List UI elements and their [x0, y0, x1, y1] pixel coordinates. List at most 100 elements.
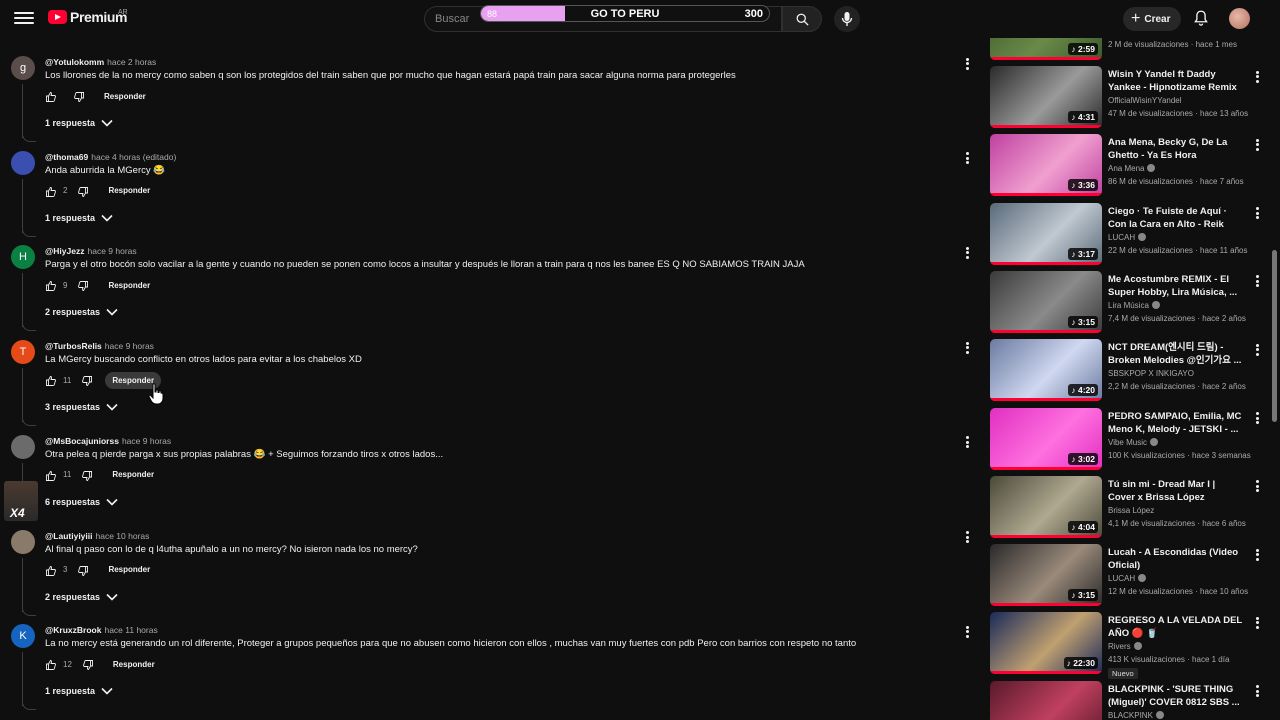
- comment-more-options-icon[interactable]: [962, 56, 972, 70]
- video-thumbnail[interactable]: ♪ 3:02: [990, 407, 1102, 470]
- video-title[interactable]: BLACKPINK - 'SURE THING (Miguel)' COVER …: [1108, 683, 1244, 709]
- thumbs-down-icon[interactable]: [77, 185, 89, 197]
- video-more-options-icon[interactable]: [1252, 69, 1262, 83]
- thumbs-up-icon[interactable]: [45, 90, 57, 102]
- related-video-item[interactable]: ♪ 4:04 Tú sin mi - Dread Mar I | Cover x…: [990, 475, 1268, 538]
- comment-timestamp[interactable]: hace 10 horas: [96, 531, 150, 541]
- related-video-item[interactable]: ♪ 3:15 Me Acostumbre REMIX - El Super Ho…: [990, 270, 1268, 333]
- comment-author[interactable]: @thoma69: [45, 152, 88, 162]
- video-channel[interactable]: OfficialWisinYYandel: [1108, 96, 1182, 105]
- comment-timestamp[interactable]: hace 2 horas: [107, 57, 156, 67]
- comment-more-options-icon[interactable]: [962, 340, 972, 354]
- related-video-item[interactable]: ♪ 3:36 Ana Mena, Becky G, De La Ghetto -…: [990, 134, 1268, 197]
- video-more-options-icon[interactable]: [1252, 479, 1262, 493]
- video-channel[interactable]: Vibe Music: [1108, 437, 1158, 447]
- create-button[interactable]: + Crear: [1123, 7, 1181, 31]
- reply-button[interactable]: Responder: [101, 277, 157, 294]
- voice-search-button[interactable]: [834, 6, 860, 32]
- reply-button[interactable]: Responder: [97, 88, 153, 105]
- search-button[interactable]: [782, 6, 822, 32]
- video-channel[interactable]: Rivers: [1108, 642, 1142, 651]
- comment-author[interactable]: @MsBocajuniorss: [45, 436, 119, 446]
- video-more-options-icon[interactable]: [1252, 206, 1262, 220]
- commenter-avatar[interactable]: T: [11, 340, 35, 365]
- video-channel[interactable]: BLACKPINK: [1108, 710, 1164, 720]
- commenter-avatar[interactable]: [11, 529, 35, 554]
- related-video-item[interactable]: ♪ 22:30 REGRESO A LA VELADA DEL AÑO 🔴 🥤 R…: [990, 612, 1268, 680]
- related-video-item[interactable]: ♪ 3:17 Ciego · Te Fuiste de Aquí · Con l…: [990, 202, 1268, 265]
- youtube-premium-logo[interactable]: Premium: [48, 9, 128, 25]
- page-scrollbar[interactable]: [1272, 250, 1277, 422]
- comment-more-options-icon[interactable]: [962, 151, 972, 165]
- view-replies-toggle[interactable]: 1 respuesta: [45, 682, 113, 700]
- hamburger-menu-icon[interactable]: [14, 9, 34, 29]
- video-more-options-icon[interactable]: [1252, 342, 1262, 356]
- video-more-options-icon[interactable]: [1252, 411, 1262, 425]
- comment-author[interactable]: @HiyJezz: [45, 246, 84, 256]
- related-video-item[interactable]: ♪ 3:15 Lucah - A Escondidas (Video Ofici…: [990, 544, 1268, 607]
- comment-timestamp[interactable]: hace 9 horas: [105, 341, 154, 351]
- video-more-options-icon[interactable]: [1252, 274, 1262, 288]
- thumbs-down-icon[interactable]: [82, 658, 94, 671]
- reply-button[interactable]: Responder: [106, 656, 162, 673]
- video-title[interactable]: Tú sin mi - Dread Mar I | Cover x Brissa…: [1108, 478, 1244, 504]
- related-video-item[interactable]: BLACKPINK - 'SURE THING (Miguel)' COVER …: [990, 680, 1268, 720]
- video-title[interactable]: REGRESO A LA VELADA DEL AÑO 🔴 🥤: [1108, 614, 1244, 640]
- thumbs-down-icon[interactable]: [73, 90, 85, 102]
- thumbs-up-icon[interactable]: [45, 564, 57, 576]
- video-thumbnail[interactable]: [990, 680, 1102, 720]
- video-thumbnail[interactable]: ♪ 4:04: [990, 475, 1102, 538]
- comment-author[interactable]: @Yotulokomm: [45, 57, 104, 67]
- view-replies-toggle[interactable]: 1 respuesta: [45, 114, 113, 132]
- video-title[interactable]: PEDRO SAMPAIO, Emilia, MC Meno K, Melody…: [1108, 410, 1244, 436]
- comment-timestamp[interactable]: hace 9 horas: [122, 436, 171, 446]
- related-video-item[interactable]: ♪ 3:02 PEDRO SAMPAIO, Emilia, MC Meno K,…: [990, 407, 1268, 470]
- video-channel[interactable]: Ana Mena: [1108, 164, 1156, 173]
- commenter-avatar[interactable]: K: [11, 624, 35, 649]
- video-thumbnail[interactable]: ♪ 3:15: [990, 544, 1102, 607]
- view-replies-toggle[interactable]: 3 respuestas: [45, 398, 118, 416]
- comment-more-options-icon[interactable]: [962, 435, 972, 449]
- video-more-options-icon[interactable]: [1252, 615, 1262, 629]
- view-replies-toggle[interactable]: 6 respuestas: [45, 493, 118, 511]
- related-video-item[interactable]: ♪ 4:20 NCT DREAM(엔시티 드림) - Broken Melodi…: [990, 339, 1268, 402]
- video-channel[interactable]: Lira Música: [1108, 300, 1160, 310]
- video-thumbnail[interactable]: ♪ 4:31: [990, 66, 1102, 128]
- thumbs-up-icon[interactable]: [45, 185, 57, 197]
- comment-more-options-icon[interactable]: [962, 530, 972, 544]
- thumbs-down-icon[interactable]: [77, 564, 89, 576]
- comment-more-options-icon[interactable]: [962, 624, 972, 638]
- commenter-avatar[interactable]: H: [11, 245, 35, 270]
- video-title[interactable]: Wisin Y Yandel ft Daddy Yankee - Hipnoti…: [1108, 68, 1244, 94]
- reply-button[interactable]: Responder: [101, 561, 157, 578]
- video-thumbnail[interactable]: ♪ 3:15: [990, 270, 1102, 333]
- view-replies-toggle[interactable]: 1 respuesta: [45, 209, 113, 227]
- video-title[interactable]: Ciego · Te Fuiste de Aquí · Con la Cara …: [1108, 205, 1244, 231]
- video-title[interactable]: Lucah - A Escondidas (Video Oficial): [1108, 546, 1244, 572]
- thumbs-up-icon[interactable]: [45, 469, 57, 481]
- video-thumbnail[interactable]: ♪ 4:20: [990, 339, 1102, 402]
- video-title[interactable]: Me Acostumbre REMIX - El Super Hobby, Li…: [1108, 273, 1244, 299]
- video-more-options-icon[interactable]: [1252, 137, 1262, 151]
- thumbs-down-icon[interactable]: [81, 374, 93, 387]
- view-replies-toggle[interactable]: 2 respuestas: [45, 303, 118, 321]
- reply-button[interactable]: Responder: [101, 182, 157, 199]
- thumbs-up-icon[interactable]: [45, 658, 57, 671]
- video-channel[interactable]: Brissa López: [1108, 506, 1154, 515]
- thumbs-down-icon[interactable]: [77, 279, 89, 292]
- comment-author[interactable]: @TurbosRelis: [45, 341, 102, 351]
- video-title[interactable]: Ana Mena, Becky G, De La Ghetto - Ya Es …: [1108, 136, 1244, 162]
- video-thumbnail[interactable]: ♪ 3:36: [990, 134, 1102, 197]
- video-more-options-icon[interactable]: [1252, 547, 1262, 561]
- video-title[interactable]: NCT DREAM(엔시티 드림) - Broken Melodies @인기가…: [1108, 341, 1244, 367]
- view-replies-toggle[interactable]: 2 respuestas: [45, 588, 118, 606]
- video-channel[interactable]: LUCAH: [1108, 232, 1147, 242]
- comment-timestamp[interactable]: hace 11 horas: [104, 625, 157, 635]
- comment-timestamp[interactable]: hace 4 horas (editado): [91, 152, 176, 162]
- comment-more-options-icon[interactable]: [962, 245, 972, 259]
- commenter-avatar[interactable]: [11, 434, 35, 459]
- related-video-item[interactable]: ♪ 4:31 Wisin Y Yandel ft Daddy Yankee - …: [990, 66, 1268, 128]
- commenter-avatar[interactable]: [11, 150, 35, 175]
- commenter-avatar[interactable]: g: [11, 56, 35, 80]
- video-channel[interactable]: LUCAH: [1108, 574, 1147, 583]
